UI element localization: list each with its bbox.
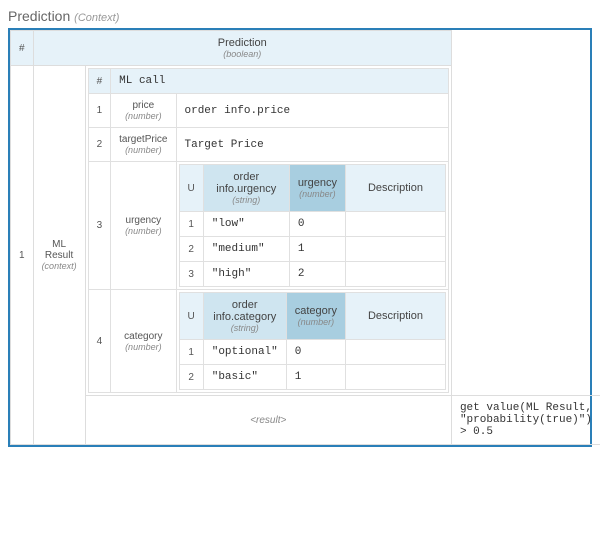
ml-result-label: ML Result [45, 239, 73, 261]
param-idx: 1 [88, 94, 111, 128]
header-type: (boolean) [42, 49, 443, 59]
param-name-cell: category (number) [111, 290, 176, 393]
category-col2: category (number) [286, 293, 345, 340]
col-name: category [295, 305, 337, 317]
col-type: (number) [295, 317, 337, 327]
title-text: Prediction [8, 8, 70, 24]
param-row: 3 urgency (number) U order info.urgency … [88, 162, 448, 290]
table-row: 1 "optional" 0 [179, 340, 445, 365]
param-name-cell: targetPrice (number) [111, 128, 176, 162]
ml-result-type: (context) [42, 261, 77, 271]
urgency-col1: order info.urgency (string) [203, 165, 289, 212]
col-hash: # [11, 31, 34, 66]
result-label: <result> [85, 396, 451, 445]
page-title: Prediction (Context) [8, 8, 592, 24]
u-col: U [179, 293, 203, 340]
table-row: 1 "low" 0 [179, 212, 445, 237]
ml-call-table: # ML call 1 price (number) order info.pr… [88, 68, 449, 393]
col-name: urgency [298, 177, 337, 189]
inner-hash: # [88, 69, 111, 94]
param-type: (number) [119, 145, 167, 155]
ml-call-header: ML call [111, 69, 449, 94]
col-name: order info.urgency [216, 171, 276, 195]
param-row: 2 targetPrice (number) Target Price [88, 128, 448, 162]
param-type: (number) [119, 226, 167, 236]
param-value: Target Price [176, 128, 448, 162]
row-index: 1 [11, 66, 34, 445]
category-col1: order info.category (string) [203, 293, 286, 340]
param-row: 4 category (number) U order info.categor… [88, 290, 448, 393]
title-type: (Context) [74, 12, 119, 24]
param-name-cell: urgency (number) [111, 162, 176, 290]
category-nested: U order info.category (string) category … [176, 290, 448, 393]
urgency-col2: urgency (number) [289, 165, 345, 212]
col-type: (string) [212, 195, 281, 205]
ml-call-cell: # ML call 1 price (number) order info.pr… [85, 66, 451, 396]
table-row: 2 "medium" 1 [179, 237, 445, 262]
col-type: (string) [212, 323, 278, 333]
param-name: price [132, 100, 154, 111]
param-name-cell: price (number) [111, 94, 176, 128]
desc-col: Description [345, 165, 445, 212]
param-row: 1 price (number) order info.price [88, 94, 448, 128]
param-name: category [124, 331, 162, 342]
header-name: Prediction [218, 37, 267, 49]
col-name: order info.category [213, 299, 276, 323]
param-idx: 2 [88, 128, 111, 162]
ml-result-cell: ML Result (context) [33, 66, 85, 445]
table-row: 3 "high" 2 [179, 262, 445, 287]
table-row: 2 "basic" 1 [179, 365, 445, 390]
u-col: U [179, 165, 203, 212]
param-value: order info.price [176, 94, 448, 128]
param-name: targetPrice [119, 134, 167, 145]
result-expression: get value(ML Result, "probability(true)"… [451, 396, 600, 445]
category-table: U order info.category (string) category … [179, 292, 446, 390]
param-type: (number) [119, 111, 167, 121]
urgency-table: U order info.urgency (string) urgency (n… [179, 164, 446, 287]
col-prediction: Prediction (boolean) [33, 31, 451, 66]
param-idx: 4 [88, 290, 111, 393]
param-name: urgency [126, 215, 162, 226]
param-type: (number) [119, 342, 167, 352]
param-idx: 3 [88, 162, 111, 290]
col-type: (number) [298, 189, 337, 199]
decision-table: # Prediction (boolean) 1 ML Result (cont… [8, 28, 592, 447]
urgency-nested: U order info.urgency (string) urgency (n… [176, 162, 448, 290]
desc-col: Description [345, 293, 445, 340]
